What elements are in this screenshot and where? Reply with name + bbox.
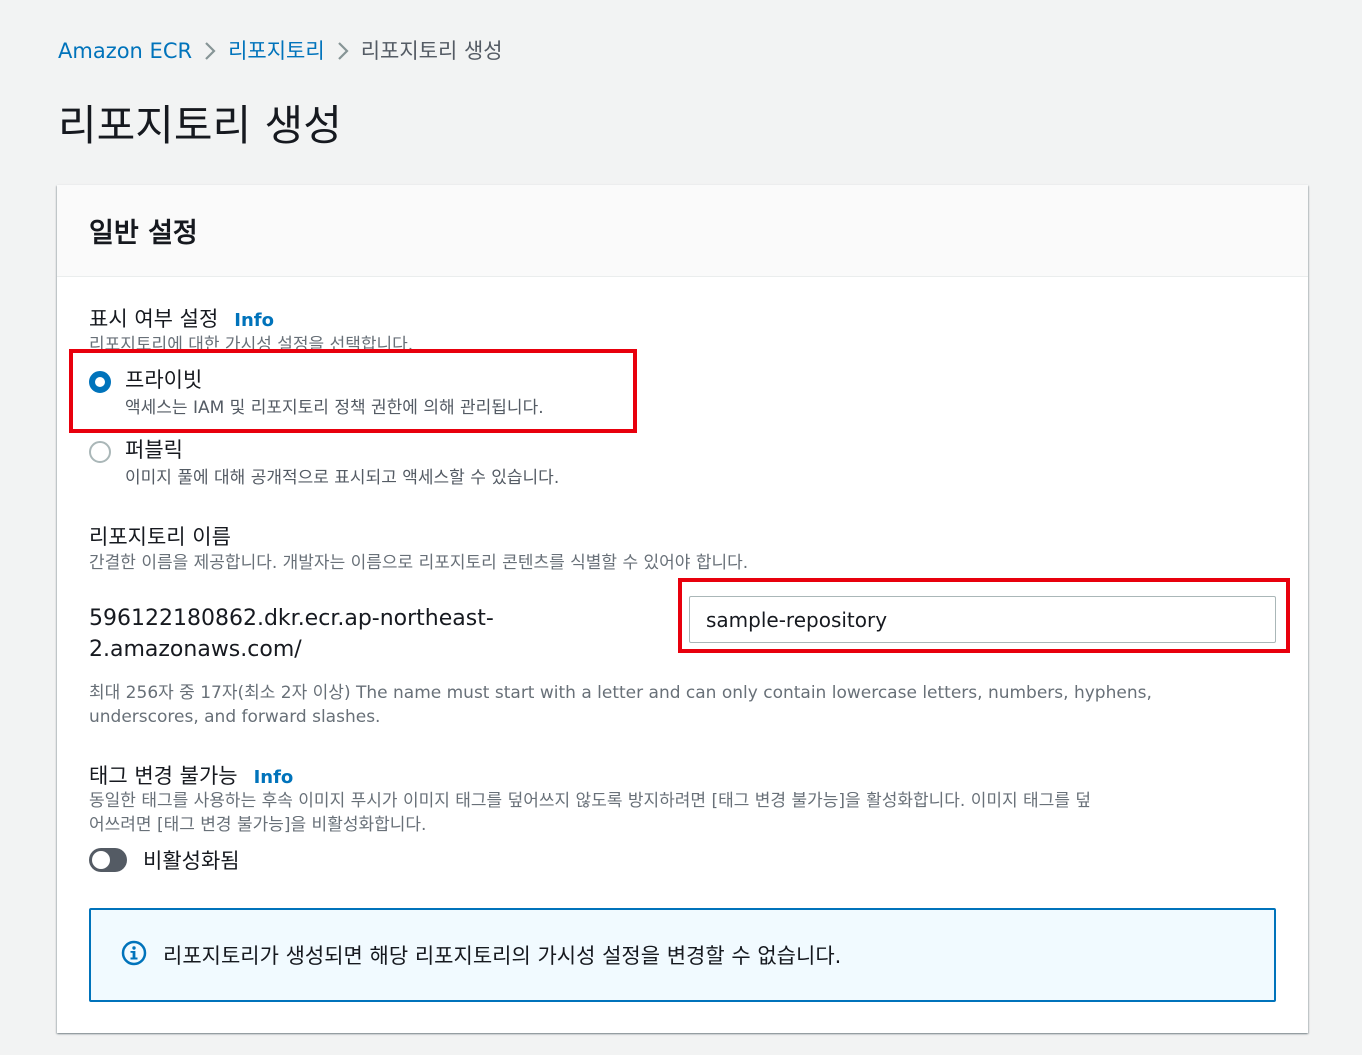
radio-option-public[interactable]: 퍼블릭 이미지 풀에 대해 공개적으로 표시되고 액세스할 수 있습니다. — [89, 435, 559, 491]
repo-name-hint-line2: underscores, and forward slashes. — [89, 707, 381, 727]
radio-option-private[interactable]: 프라이빗 액세스는 IAM 및 리포지토리 정책 권한에 의해 관리됩니다. — [89, 365, 544, 421]
breadcrumb-current: 리포지토리 생성 — [360, 39, 503, 63]
visibility-label-row: 표시 여부 설정 Info — [89, 303, 274, 333]
breadcrumb-link-amazon-ecr[interactable]: Amazon ECR — [58, 36, 192, 66]
radio-private[interactable] — [89, 371, 111, 393]
tag-immutability-description-line2: 어쓰려면 [태그 변경 불가능]을 비활성화합니다. — [89, 815, 427, 835]
breadcrumb: Amazon ECR 리포지토리 리포지토리 생성 — [58, 36, 503, 66]
tag-immutability-toggle-label: 비활성화됨 — [143, 849, 240, 873]
repo-uri-prefix-line2: 2.amazonaws.com/ — [89, 637, 302, 662]
chevron-right-icon — [325, 41, 361, 61]
radio-public-label: 퍼블릭 — [125, 438, 183, 462]
general-settings-panel: 일반 설정 표시 여부 설정 Info 리포지토리에 대한 가시성 설정을 선택… — [57, 185, 1308, 1033]
visibility-info-link[interactable]: Info — [234, 310, 274, 331]
radio-public[interactable] — [89, 441, 111, 463]
radio-private-label: 프라이빗 — [125, 368, 203, 392]
panel-header: 일반 설정 — [57, 185, 1308, 277]
visibility-label: 표시 여부 설정 — [89, 307, 219, 331]
visibility-info-alert: 리포지토리가 생성되면 해당 리포지토리의 가시성 설정을 변경할 수 없습니다… — [89, 908, 1276, 1002]
page-title: 리포지토리 생성 — [58, 101, 342, 150]
breadcrumb-link-repositories[interactable]: 리포지토리 — [228, 36, 325, 66]
repo-name-input[interactable] — [689, 596, 1276, 643]
tag-immutability-toggle[interactable] — [89, 848, 127, 872]
repo-name-label: 리포지토리 이름 — [89, 525, 231, 549]
repo-name-hint: 최대 256자 중 17자(최소 2자 이상) The name must st… — [89, 681, 1152, 729]
repo-name-hint-line1: 최대 256자 중 17자(최소 2자 이상) The name must st… — [89, 683, 1152, 703]
chevron-right-icon — [192, 41, 228, 61]
tag-immutability-toggle-row[interactable]: 비활성화됨 — [89, 845, 240, 875]
info-circle-icon — [121, 940, 147, 970]
repo-uri-prefix: 596122180862.dkr.ecr.ap-northeast- 2.ama… — [89, 603, 494, 665]
tag-immutability-info-link[interactable]: Info — [254, 767, 294, 788]
repo-name-description: 간결한 이름을 제공합니다. 개발자는 이름으로 리포지토리 콘텐츠를 식별할 … — [89, 553, 749, 573]
radio-public-description: 이미지 풀에 대해 공개적으로 표시되고 액세스할 수 있습니다. — [125, 468, 560, 488]
visibility-description: 리포지토리에 대한 가시성 설정을 선택합니다. — [89, 335, 414, 351]
panel-title: 일반 설정 — [89, 218, 198, 249]
repo-uri-prefix-line1: 596122180862.dkr.ecr.ap-northeast- — [89, 606, 494, 631]
tag-immutability-description: 동일한 태그를 사용하는 후속 이미지 푸시가 이미지 태그를 덮어쓰지 않도록… — [89, 789, 1091, 837]
tag-immutability-description-line1: 동일한 태그를 사용하는 후속 이미지 푸시가 이미지 태그를 덮어쓰지 않도록… — [89, 791, 1092, 811]
tag-immutability-label: 태그 변경 불가능 — [89, 764, 238, 788]
radio-private-description: 액세스는 IAM 및 리포지토리 정책 권한에 의해 관리됩니다. — [125, 398, 544, 418]
tag-immutability-label-row: 태그 변경 불가능 Info — [89, 760, 293, 790]
alert-text: 리포지토리가 생성되면 해당 리포지토리의 가시성 설정을 변경할 수 없습니다… — [163, 944, 842, 968]
